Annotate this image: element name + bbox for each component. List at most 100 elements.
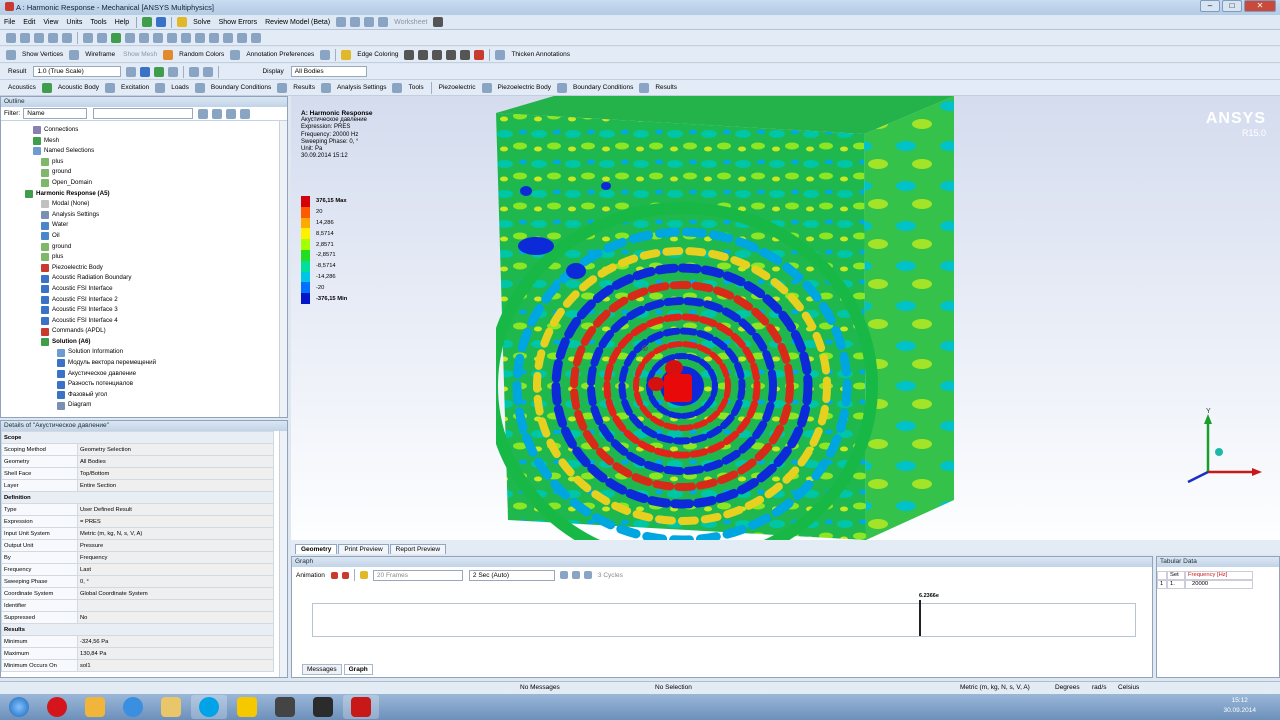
edge-select-icon[interactable] xyxy=(34,32,44,43)
share-icon[interactable] xyxy=(156,17,167,27)
min-icon[interactable] xyxy=(203,66,214,77)
outline-item[interactable]: Модуль вектора перемещений xyxy=(1,358,287,369)
system-clock[interactable]: 15:12 30.09.2014 xyxy=(1223,696,1256,716)
taskbar-ie[interactable] xyxy=(115,695,151,719)
worksheet-button[interactable]: Worksheet xyxy=(390,19,431,26)
tab-print-preview[interactable]: Print Preview xyxy=(338,544,389,554)
graphics-viewport[interactable]: A: Harmonic Response Акустическое давлен… xyxy=(291,96,1280,540)
layout-icon[interactable] xyxy=(251,32,261,43)
legend-icon[interactable] xyxy=(140,66,151,77)
menu-view[interactable]: View xyxy=(39,19,62,26)
status-units[interactable]: Metric (m, kg, N, s, V, A) xyxy=(960,684,1030,691)
outline-item[interactable]: Acoustic Radiation Boundary xyxy=(1,273,287,284)
scale-dropdown[interactable]: 1.0 (True Scale) xyxy=(33,66,122,77)
max-icon[interactable] xyxy=(189,66,200,77)
set-view-icon[interactable] xyxy=(237,32,247,43)
excitation-button[interactable]: Excitation xyxy=(117,84,153,91)
outline-scrollbar[interactable] xyxy=(279,121,287,417)
details-row[interactable]: Geometry All Bodies xyxy=(1,455,274,468)
rotate-icon[interactable] xyxy=(111,32,121,43)
taskbar-mechanical[interactable] xyxy=(343,695,379,719)
outline-item[interactable]: Acoustic FSI Interface 2 xyxy=(1,295,287,306)
details-row[interactable]: By Frequency xyxy=(1,551,274,564)
details-row[interactable]: Identifier xyxy=(1,599,274,612)
details-value[interactable]: 0, ° xyxy=(77,575,274,588)
details-row[interactable]: Frequency Last xyxy=(1,563,274,576)
body-select-icon[interactable] xyxy=(62,32,72,43)
details-row[interactable]: Input Unit System Metric (m, kg, N, s, V,… xyxy=(1,527,274,540)
show-vertices-button[interactable]: Show Vertices xyxy=(18,51,67,58)
table-icon[interactable] xyxy=(364,17,375,27)
status-messages[interactable]: No Messages xyxy=(520,684,560,691)
outline-item[interactable]: Фазовый угол xyxy=(1,390,287,401)
taskbar-opera[interactable] xyxy=(39,695,75,719)
details-row[interactable]: Minimum -324,56 Pa xyxy=(1,635,274,648)
maximize-button[interactable]: □ xyxy=(1222,0,1242,12)
edge-style-3-icon[interactable] xyxy=(432,49,443,60)
pointer-icon[interactable] xyxy=(433,17,444,27)
review-model-button[interactable]: Review Model (Beta) xyxy=(261,19,334,26)
details-row[interactable]: Scope xyxy=(1,431,274,444)
outline-item[interactable]: Piezoelectric Body xyxy=(1,263,287,274)
export-video-icon[interactable] xyxy=(559,571,568,579)
close-button[interactable]: ✕ xyxy=(1244,0,1276,12)
tab-geometry[interactable]: Geometry xyxy=(295,544,338,554)
loads-button[interactable]: Loads xyxy=(167,84,193,91)
details-value[interactable]: Global Coordinate System xyxy=(77,587,274,600)
details-value[interactable]: All Bodies xyxy=(77,455,274,468)
next-view-icon[interactable] xyxy=(209,32,219,43)
boundary-conditions-button[interactable]: Boundary Conditions xyxy=(207,84,275,91)
taskbar-recorder[interactable] xyxy=(305,695,341,719)
piezoelectric-body-button[interactable]: Piezoelectric Body xyxy=(494,84,555,91)
result-sets-icon[interactable] xyxy=(583,571,592,579)
contour-icon[interactable] xyxy=(126,66,137,77)
select-mode-icon[interactable] xyxy=(6,32,16,43)
frames-dropdown[interactable]: 20 Frames xyxy=(372,569,463,581)
refresh-icon[interactable] xyxy=(142,17,153,27)
outline-item[interactable]: Acoustic FSI Interface 4 xyxy=(1,316,287,327)
outline-item[interactable]: plus xyxy=(1,157,287,168)
extend-icon[interactable] xyxy=(83,32,93,43)
outline-item[interactable]: Commands (APDL) xyxy=(1,326,287,337)
outline-item[interactable]: Разность потенциалов xyxy=(1,379,287,390)
edge-style-1-icon[interactable] xyxy=(404,49,415,60)
edge-style-5-icon[interactable] xyxy=(460,49,471,60)
taskbar-explorer[interactable] xyxy=(153,695,189,719)
filter-icon[interactable] xyxy=(240,108,251,119)
piezo-boundary-conditions-button[interactable]: Boundary Conditions xyxy=(569,84,637,91)
outline-item[interactable]: ground xyxy=(1,167,287,178)
expand-icon[interactable] xyxy=(198,108,209,119)
piezo-element[interactable] xyxy=(664,374,692,402)
outline-item[interactable]: Open_Domain xyxy=(1,178,287,189)
outline-item[interactable]: Solution Information xyxy=(1,347,287,358)
menu-edit[interactable]: Edit xyxy=(19,19,39,26)
show-mesh-button[interactable]: Show Mesh xyxy=(119,51,161,58)
face-select-icon[interactable] xyxy=(48,32,58,43)
duration-dropdown[interactable]: 2 Sec (Auto) xyxy=(468,569,555,581)
details-row[interactable]: Expression = PRES xyxy=(1,515,274,528)
edge-style-6-icon[interactable] xyxy=(474,49,485,60)
details-value[interactable] xyxy=(77,599,274,612)
magnifier-icon[interactable] xyxy=(181,32,191,43)
stop-icon[interactable] xyxy=(341,571,349,579)
isometric-view-icon[interactable] xyxy=(223,32,233,43)
vertex-select-icon[interactable] xyxy=(20,32,30,43)
start-button[interactable] xyxy=(1,695,37,719)
details-scrollbar[interactable] xyxy=(279,431,287,677)
details-value[interactable]: Geometry Selection xyxy=(77,443,274,456)
details-value[interactable]: User Defined Result xyxy=(77,503,274,516)
filter-search-input[interactable] xyxy=(93,108,194,119)
annotation-preferences-button[interactable]: Annotation Preferences xyxy=(242,51,318,58)
details-row[interactable]: Type User Defined Result xyxy=(1,503,274,516)
details-value[interactable]: Top/Bottom xyxy=(77,467,274,480)
solve-button[interactable]: Solve xyxy=(189,19,215,26)
details-row[interactable]: Scoping Method Geometry Selection xyxy=(1,443,274,456)
outline-item[interactable]: Analysis Settings xyxy=(1,210,287,221)
details-value[interactable]: sol1 xyxy=(77,659,274,672)
details-value[interactable]: = PRES xyxy=(77,515,274,528)
distributed-icon[interactable] xyxy=(571,571,580,579)
menu-help[interactable]: Help xyxy=(111,19,133,26)
taskbar-media[interactable] xyxy=(267,695,303,719)
graph-plot-area[interactable]: 6.2366e xyxy=(312,593,1136,637)
details-row[interactable]: Maximum 130,84 Pa xyxy=(1,647,274,660)
